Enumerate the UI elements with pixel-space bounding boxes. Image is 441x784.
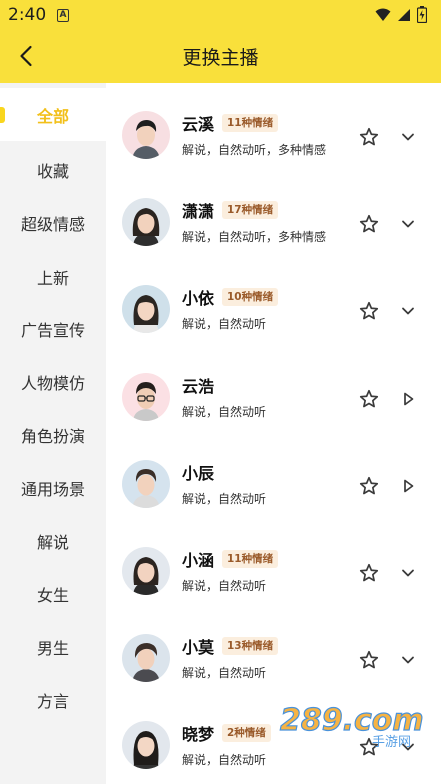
anchor-desc: 解说，自然动听 xyxy=(182,753,267,767)
play-icon[interactable] xyxy=(398,389,418,409)
anchor-name: 小辰 xyxy=(182,464,215,483)
star-icon[interactable] xyxy=(358,649,380,671)
sidebar-item-label: 角色扮演 xyxy=(20,426,85,446)
title-bar: 更换主播 xyxy=(0,30,441,83)
star-icon[interactable] xyxy=(358,300,380,322)
list-item[interactable]: 小辰 解说，自然动听 xyxy=(106,444,441,531)
list-item[interactable]: 云溪 11种情绪 解说，自然动听，多种情感 xyxy=(106,95,441,182)
signal-icon xyxy=(398,8,410,21)
sidebar-item-label: 上新 xyxy=(36,268,69,288)
anchor-list: 云溪 11种情绪 解说，自然动听，多种情感 潇潇 17种情绪 解说，自然动听，多… xyxy=(106,83,441,784)
watermark-logo: 289.com 手游网 xyxy=(276,700,426,750)
watermark-sub: 手游网 xyxy=(372,735,411,750)
chevron-down-icon[interactable] xyxy=(398,127,418,147)
sidebar-item-favorites[interactable]: 收藏 xyxy=(0,143,106,196)
star-icon[interactable] xyxy=(358,388,380,410)
sidebar-item-label: 方言 xyxy=(36,691,69,711)
emotion-badge: 17种情绪 xyxy=(222,201,279,219)
star-icon[interactable] xyxy=(358,126,380,148)
system-icons xyxy=(375,6,427,23)
anchor-desc: 解说，自然动听 xyxy=(182,666,267,680)
chevron-down-icon[interactable] xyxy=(398,214,418,234)
sidebar-item-label: 收藏 xyxy=(36,161,69,181)
sidebar-item-label: 广告宣传 xyxy=(20,320,85,340)
star-icon[interactable] xyxy=(358,213,380,235)
anchor-name: 小依 xyxy=(182,289,215,308)
emotion-badge: 13种情绪 xyxy=(222,637,279,655)
sidebar-item-new[interactable]: 上新 xyxy=(0,250,106,303)
star-icon[interactable] xyxy=(358,475,380,497)
sidebar-item-all[interactable]: 全部 xyxy=(0,88,106,141)
sidebar-item-imitation[interactable]: 人物模仿 xyxy=(0,355,106,408)
avatar xyxy=(122,111,170,159)
list-item[interactable]: 小莫 13种情绪 解说，自然动听 xyxy=(106,618,441,705)
star-icon[interactable] xyxy=(358,562,380,584)
sidebar-item-label: 超级情感 xyxy=(20,214,85,234)
sidebar-item-general[interactable]: 通用场景 xyxy=(0,461,106,514)
sidebar-item-female[interactable]: 女生 xyxy=(0,567,106,620)
avatar xyxy=(122,198,170,246)
emotion-badge: 11种情绪 xyxy=(222,114,279,132)
list-item[interactable]: 潇潇 17种情绪 解说，自然动听，多种情感 xyxy=(106,182,441,269)
chevron-down-icon[interactable] xyxy=(398,563,418,583)
battery-icon xyxy=(417,6,427,23)
anchor-desc: 解说，自然动听，多种情感 xyxy=(182,143,327,157)
app-bar: 2:40 A 更换主播 xyxy=(0,0,441,83)
status-bar: 2:40 A xyxy=(0,0,441,30)
sidebar-item-dialect[interactable]: 方言 xyxy=(0,673,106,726)
sidebar-item-male[interactable]: 男生 xyxy=(0,620,106,673)
list-item[interactable]: 云浩 解说，自然动听 xyxy=(106,357,441,444)
anchor-desc: 解说，自然动听 xyxy=(182,579,267,593)
anchor-desc: 解说，自然动听，多种情感 xyxy=(182,230,327,244)
list-item[interactable]: 小依 10种情绪 解说，自然动听 xyxy=(106,269,441,356)
avatar xyxy=(122,634,170,682)
sidebar-item-label: 解说 xyxy=(36,532,69,552)
anchor-desc: 解说，自然动听 xyxy=(182,317,267,331)
anchor-name: 云浩 xyxy=(182,377,215,396)
sidebar-item-label: 男生 xyxy=(36,638,69,658)
sidebar-item-super-emotion[interactable]: 超级情感 xyxy=(0,196,106,249)
avatar xyxy=(122,460,170,508)
emotion-badge: 2种情绪 xyxy=(222,724,271,742)
sidebar-item-label: 全部 xyxy=(36,106,69,126)
anchor-desc: 解说，自然动听 xyxy=(182,492,267,506)
avatar xyxy=(122,373,170,421)
anchor-name: 小莫 xyxy=(182,638,215,657)
status-time: 2:40 xyxy=(8,5,47,25)
sidebar-item-roleplay[interactable]: 角色扮演 xyxy=(0,408,106,461)
chevron-down-icon[interactable] xyxy=(398,650,418,670)
chevron-down-icon[interactable] xyxy=(398,301,418,321)
play-icon[interactable] xyxy=(398,476,418,496)
sidebar-item-label: 通用场景 xyxy=(20,479,85,499)
avatar xyxy=(122,721,170,769)
emotion-badge: 10种情绪 xyxy=(222,288,279,306)
page-title: 更换主播 xyxy=(182,47,259,69)
anchor-name: 云溪 xyxy=(182,115,215,134)
list-item[interactable]: 小涵 11种情绪 解说，自然动听 xyxy=(106,531,441,618)
wifi-icon xyxy=(375,8,391,21)
sidebar-item-narration[interactable]: 解说 xyxy=(0,514,106,567)
anchor-name: 晓梦 xyxy=(182,725,215,744)
sidebar-item-ads[interactable]: 广告宣传 xyxy=(0,302,106,355)
sidebar-item-label: 人物模仿 xyxy=(20,373,85,393)
anchor-desc: 解说，自然动听 xyxy=(182,405,267,419)
anchor-name: 潇潇 xyxy=(182,202,215,221)
avatar xyxy=(122,285,170,333)
category-sidebar: 全部 收藏 超级情感 上新 广告宣传 人物模仿 角色扮演 通用场景 解说 女生 … xyxy=(0,83,106,784)
sidebar-item-label: 女生 xyxy=(36,585,69,605)
notification-a-icon: A xyxy=(57,9,69,22)
anchor-name: 小涵 xyxy=(182,551,215,570)
avatar xyxy=(122,547,170,595)
watermark-text: 289.com xyxy=(280,703,424,738)
emotion-badge: 11种情绪 xyxy=(222,550,279,568)
